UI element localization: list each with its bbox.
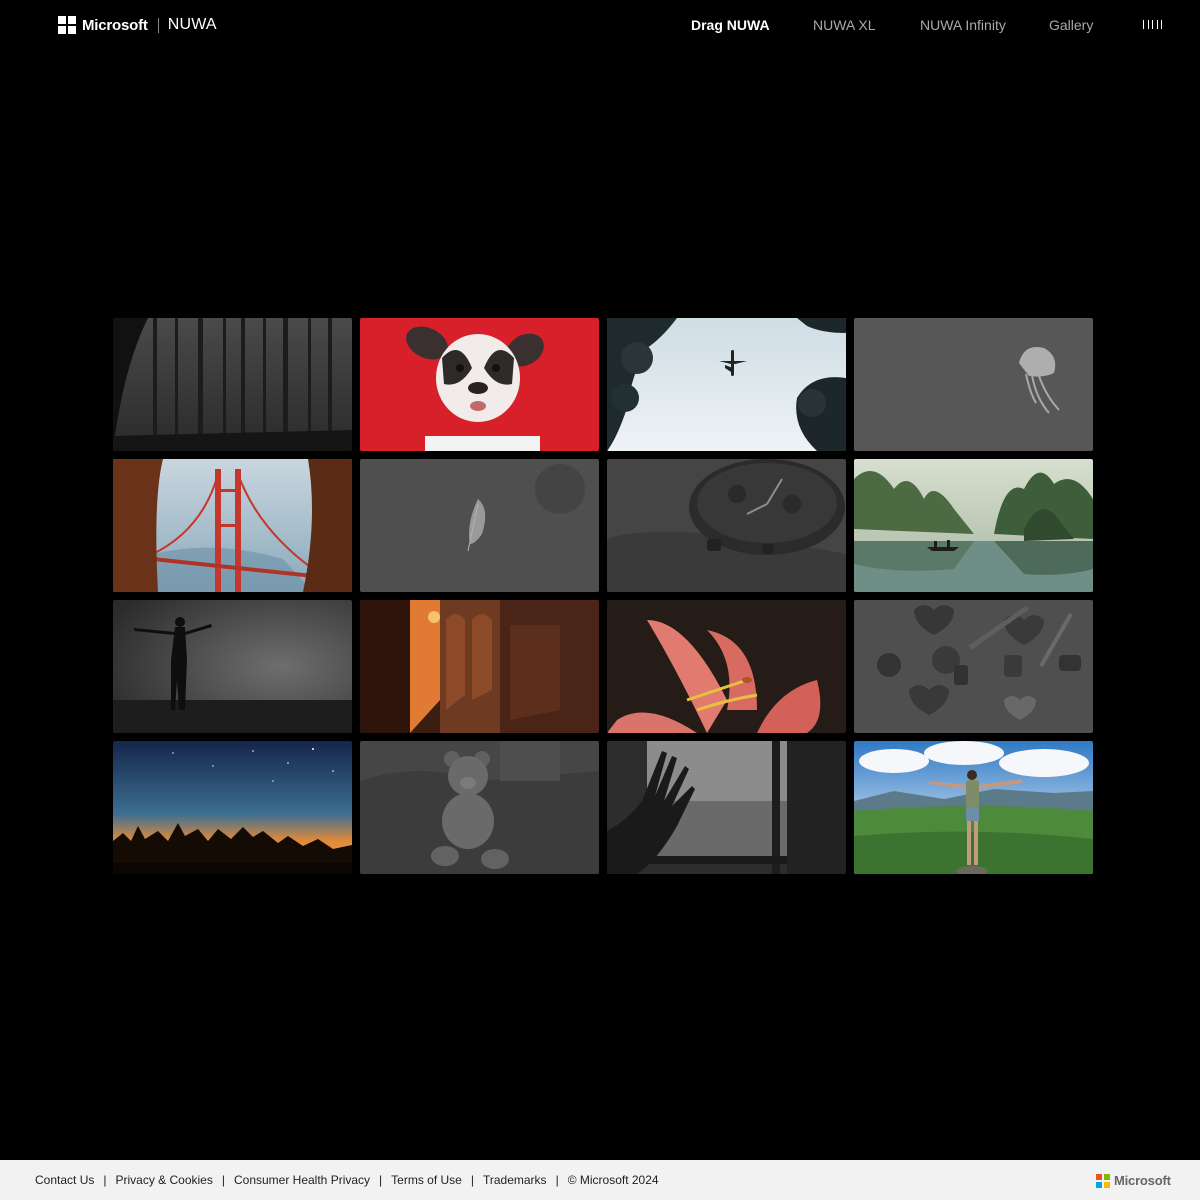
logo-square [1104, 1181, 1110, 1188]
footer-separator: | [379, 1173, 383, 1187]
logo-square [1096, 1173, 1102, 1180]
gallery-tile-airplane[interactable]: airplane [607, 318, 846, 451]
teddy-bear-thumbnail [360, 741, 599, 874]
gallery-tile-starry-sunset[interactable]: starry-sunset [113, 741, 352, 874]
footer-link-contact-us[interactable]: Contact Us [35, 1173, 94, 1187]
gallery-tile-jellyfish[interactable]: jellyfish [854, 318, 1093, 451]
microsoft-color-logo-icon [1096, 1173, 1110, 1188]
watch-thumbnail [607, 459, 846, 592]
footer-link-consumer-health-privacy[interactable]: Consumer Health Privacy [234, 1173, 370, 1187]
gallery-tile-watch[interactable]: watch [607, 459, 846, 592]
gallery-tile-teddy-bear[interactable]: teddy-bear [360, 741, 599, 874]
footer-links: Contact Us | Privacy & Cookies | Consume… [35, 1173, 659, 1187]
candies-thumbnail [854, 600, 1093, 733]
starry-sunset-thumbnail [113, 741, 352, 874]
sunset-corridor-thumbnail [360, 600, 599, 733]
main-nav: Drag NUWA NUWA XL NUWA Infinity Gallery [0, 17, 1200, 35]
hand-window-thumbnail [607, 741, 846, 874]
footer-separator: | [470, 1173, 474, 1187]
footer-separator: | [555, 1173, 559, 1187]
gallery-tile-golden-gate-bridge[interactable]: golden-gate-bridge [113, 459, 352, 592]
logo-square [1104, 1173, 1110, 1180]
puppy-thumbnail [360, 318, 599, 451]
gallery-tile-puppy[interactable]: puppy [360, 318, 599, 451]
nav-nuwa-xl[interactable]: NUWA XL [813, 17, 876, 33]
gallery-tile-candies[interactable]: candies [854, 600, 1093, 733]
gallery-tile-hand-window[interactable]: hand-window [607, 741, 846, 874]
feather-thumbnail [360, 459, 599, 592]
gallery-tile-lily-flower[interactable]: lily-flower [607, 600, 846, 733]
forest-thumbnail [113, 318, 352, 451]
gallery-tile-sunset-corridor[interactable]: sunset-corridor [360, 600, 599, 733]
man-mountains-thumbnail [854, 741, 1093, 874]
footer-separator: | [103, 1173, 107, 1187]
lily-flower-thumbnail [607, 600, 846, 733]
footer-copyright: © Microsoft 2024 [567, 1173, 659, 1187]
nav-drag-nuwa[interactable]: Drag NUWA [691, 17, 770, 33]
footer-link-privacy-cookies[interactable]: Privacy & Cookies [115, 1173, 212, 1187]
site-header: Microsoft NUWA Drag NUWA NUWA XL NUWA In… [0, 0, 1200, 50]
menu-bars-icon[interactable] [1143, 20, 1162, 29]
footer-logo-text: Microsoft [1114, 1173, 1171, 1188]
lake-boat-thumbnail [854, 459, 1093, 592]
gallery-tile-forest[interactable]: forest [113, 318, 352, 451]
silhouette-thumbnail [113, 600, 352, 733]
gallery-tile-man-mountains[interactable]: man-mountains [854, 741, 1093, 874]
footer-separator: | [221, 1173, 225, 1187]
video-gallery: forest puppy [113, 318, 1093, 874]
nav-gallery[interactable]: Gallery [1049, 17, 1093, 33]
logo-square [1096, 1181, 1102, 1188]
golden-gate-bridge-thumbnail [113, 459, 352, 592]
footer-link-trademarks[interactable]: Trademarks [483, 1173, 547, 1187]
site-footer: Contact Us | Privacy & Cookies | Consume… [0, 1160, 1200, 1200]
footer-link-terms-of-use[interactable]: Terms of Use [391, 1173, 462, 1187]
gallery-tile-silhouette[interactable]: silhouette [113, 600, 352, 733]
footer-microsoft-logo[interactable]: Microsoft [1096, 1173, 1171, 1188]
gallery-tile-feather[interactable]: feather [360, 459, 599, 592]
nav-nuwa-infinity[interactable]: NUWA Infinity [920, 17, 1006, 33]
gallery-tile-lake-boat[interactable]: lake-boat [854, 459, 1093, 592]
airplane-thumbnail [607, 318, 846, 451]
jellyfish-thumbnail [854, 318, 1093, 451]
